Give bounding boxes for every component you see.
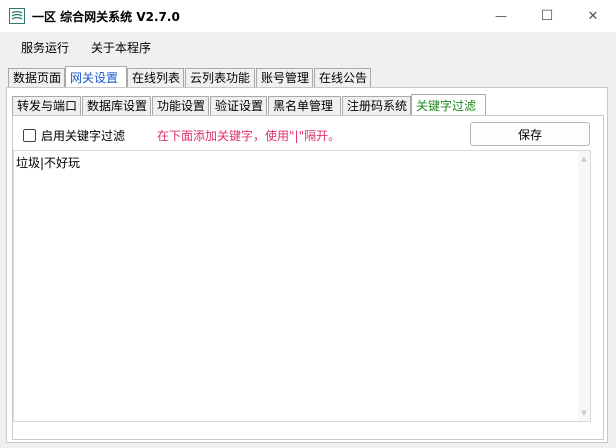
enable-keyword-filter-checkbox[interactable]: 启用关键字过滤: [23, 127, 125, 144]
subtab-database-settings[interactable]: 数据库设置: [82, 96, 151, 115]
tab-cloud-list[interactable]: 云列表功能: [185, 68, 255, 87]
maximize-icon: ☐: [540, 8, 554, 24]
minimize-button[interactable]: —: [478, 0, 524, 32]
enable-keyword-filter-label: 启用关键字过滤: [41, 129, 126, 143]
menu-item-about[interactable]: 关于本程序: [91, 39, 151, 56]
maximize-button[interactable]: ☐: [524, 0, 570, 32]
subtab-forward-port[interactable]: 转发与端口: [12, 96, 81, 115]
checkbox-box[interactable]: [23, 129, 36, 142]
scroll-up-icon[interactable]: ▲: [578, 153, 590, 165]
app-icon: [9, 8, 25, 24]
close-icon: ✕: [587, 8, 599, 24]
window-title: 一区 综合网关系统 V2.7.0: [32, 10, 180, 24]
subtab-function-settings[interactable]: 功能设置: [152, 96, 209, 115]
close-button[interactable]: ✕: [570, 0, 616, 32]
menu-bar: 服务运行 关于本程序: [0, 32, 616, 60]
minimize-icon: —: [495, 9, 507, 23]
keyword-hint-text: 在下面添加关键字，使用"|"隔开。: [157, 129, 341, 143]
scroll-down-icon[interactable]: ▼: [578, 407, 590, 419]
subtab-keyword-filter[interactable]: 关键字过滤: [411, 94, 486, 115]
subtab-blacklist[interactable]: 黑名单管理: [268, 96, 341, 115]
tab-account-management[interactable]: 账号管理: [256, 68, 313, 87]
keyword-textarea[interactable]: 垃圾|不好玩 ▲ ▼: [13, 150, 591, 422]
main-tab-bar: 数据页面 网关设置 在线列表 云列表功能 账号管理 在线公告: [0, 66, 616, 88]
tab-data-page[interactable]: 数据页面: [8, 68, 65, 87]
sub-tab-bar: 转发与端口 数据库设置 功能设置 验证设置 黑名单管理 注册码系统 关键字过滤: [0, 94, 616, 116]
tab-online-notice[interactable]: 在线公告: [314, 68, 371, 87]
keyword-textarea-content: 垃圾|不好玩: [16, 156, 81, 170]
subtab-verify-settings[interactable]: 验证设置: [210, 96, 267, 115]
textarea-scrollbar[interactable]: ▲ ▼: [578, 151, 590, 421]
menu-item-service-run[interactable]: 服务运行: [21, 39, 69, 56]
tab-online-list[interactable]: 在线列表: [127, 68, 184, 87]
subtab-registration-code[interactable]: 注册码系统: [342, 96, 411, 115]
save-button[interactable]: 保存: [470, 122, 590, 146]
tab-gateway-settings[interactable]: 网关设置: [65, 66, 127, 87]
title-bar: 一区 综合网关系统 V2.7.0 — ☐ ✕: [0, 0, 616, 33]
